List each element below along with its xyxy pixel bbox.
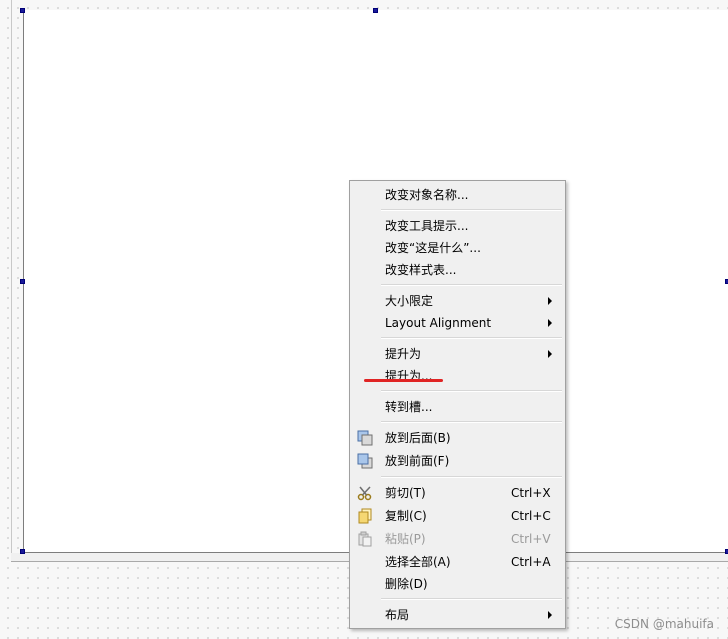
menu-item-label: 提升为... [385, 369, 433, 383]
resize-handle-bottom-left[interactable] [20, 549, 25, 554]
menu-item-layout-alignment[interactable]: Layout Alignment [352, 312, 563, 334]
menu-item-send-to-back[interactable]: 放到后面(B) [352, 427, 563, 449]
menu-item-label: 复制(C) [385, 509, 427, 523]
watermark: CSDN @mahuifa [614, 617, 714, 631]
menu-item-change-stylesheet[interactable]: 改变样式表... [352, 259, 563, 281]
menu-item-label: 大小限定 [385, 294, 434, 308]
menu-separator [381, 421, 562, 423]
menu-item-label: 改变“这是什么”... [385, 241, 481, 255]
menu-item-label: 剪切(T) [385, 486, 426, 500]
menu-item-label: Layout Alignment [385, 316, 492, 330]
shortcut-label: Ctrl+X [511, 486, 551, 500]
menu-item-paste[interactable]: 粘贴(P) Ctrl+V [352, 528, 563, 550]
shortcut-label: Ctrl+V [511, 532, 551, 546]
menu-item-select-all[interactable]: 选择全部(A) Ctrl+A [352, 551, 563, 573]
menu-item-layout[interactable]: 布局 [352, 604, 563, 626]
menu-item-promote-to[interactable]: 提升为... [352, 365, 563, 387]
menu-item-rename[interactable]: 改变对象名称... [352, 184, 563, 206]
menu-item-label: 改变样式表... [385, 263, 457, 277]
menu-separator [381, 209, 562, 211]
menu-item-label: 改变工具提示... [385, 219, 469, 233]
menu-item-copy[interactable]: 复制(C) Ctrl+C [352, 505, 563, 527]
menu-separator [381, 390, 562, 392]
menu-item-change-whatsthis[interactable]: 改变“这是什么”... [352, 237, 563, 259]
menu-item-delete[interactable]: 删除(D) [352, 573, 563, 595]
menu-item-label: 删除(D) [385, 577, 428, 591]
submenu-arrow-icon [548, 319, 552, 327]
annotation-underline [364, 379, 443, 382]
scissors-icon [357, 485, 373, 501]
submenu-arrow-icon [548, 350, 552, 358]
menu-item-change-tooltip[interactable]: 改变工具提示... [352, 215, 563, 237]
menu-item-bring-to-front[interactable]: 放到前面(F) [352, 450, 563, 472]
context-menu: 改变对象名称... 改变工具提示... 改变“这是什么”... 改变样式表...… [349, 180, 566, 629]
send-to-back-icon [357, 430, 373, 446]
menu-item-size-constraints[interactable]: 大小限定 [352, 290, 563, 312]
paste-icon [357, 531, 373, 547]
resize-handle-left[interactable] [20, 279, 25, 284]
resize-handle-top-left[interactable] [20, 8, 25, 13]
bring-to-front-icon [357, 453, 373, 469]
menu-item-label: 放到后面(B) [385, 431, 451, 445]
resize-handle-top[interactable] [373, 8, 378, 13]
menu-item-cut[interactable]: 剪切(T) Ctrl+X [352, 482, 563, 504]
menu-item-label: 转到槽... [385, 400, 433, 414]
submenu-arrow-icon [548, 297, 552, 305]
submenu-arrow-icon [548, 611, 552, 619]
menu-item-label: 选择全部(A) [385, 555, 451, 569]
menu-item-label: 放到前面(F) [385, 454, 450, 468]
menu-separator [381, 476, 562, 478]
canvas-left-border [11, 0, 12, 561]
menu-separator [381, 337, 562, 339]
shortcut-label: Ctrl+A [511, 555, 551, 569]
menu-item-label: 提升为 [385, 347, 422, 361]
menu-item-label: 粘贴(P) [385, 532, 426, 546]
copy-icon [357, 508, 373, 524]
menu-separator [381, 284, 562, 286]
menu-item-promote-to-submenu[interactable]: 提升为 [352, 343, 563, 365]
shortcut-label: Ctrl+C [511, 509, 551, 523]
menu-item-label: 布局 [385, 608, 410, 622]
menu-separator [381, 598, 562, 600]
menu-item-go-to-slot[interactable]: 转到槽... [352, 396, 563, 418]
menu-item-label: 改变对象名称... [385, 188, 469, 202]
